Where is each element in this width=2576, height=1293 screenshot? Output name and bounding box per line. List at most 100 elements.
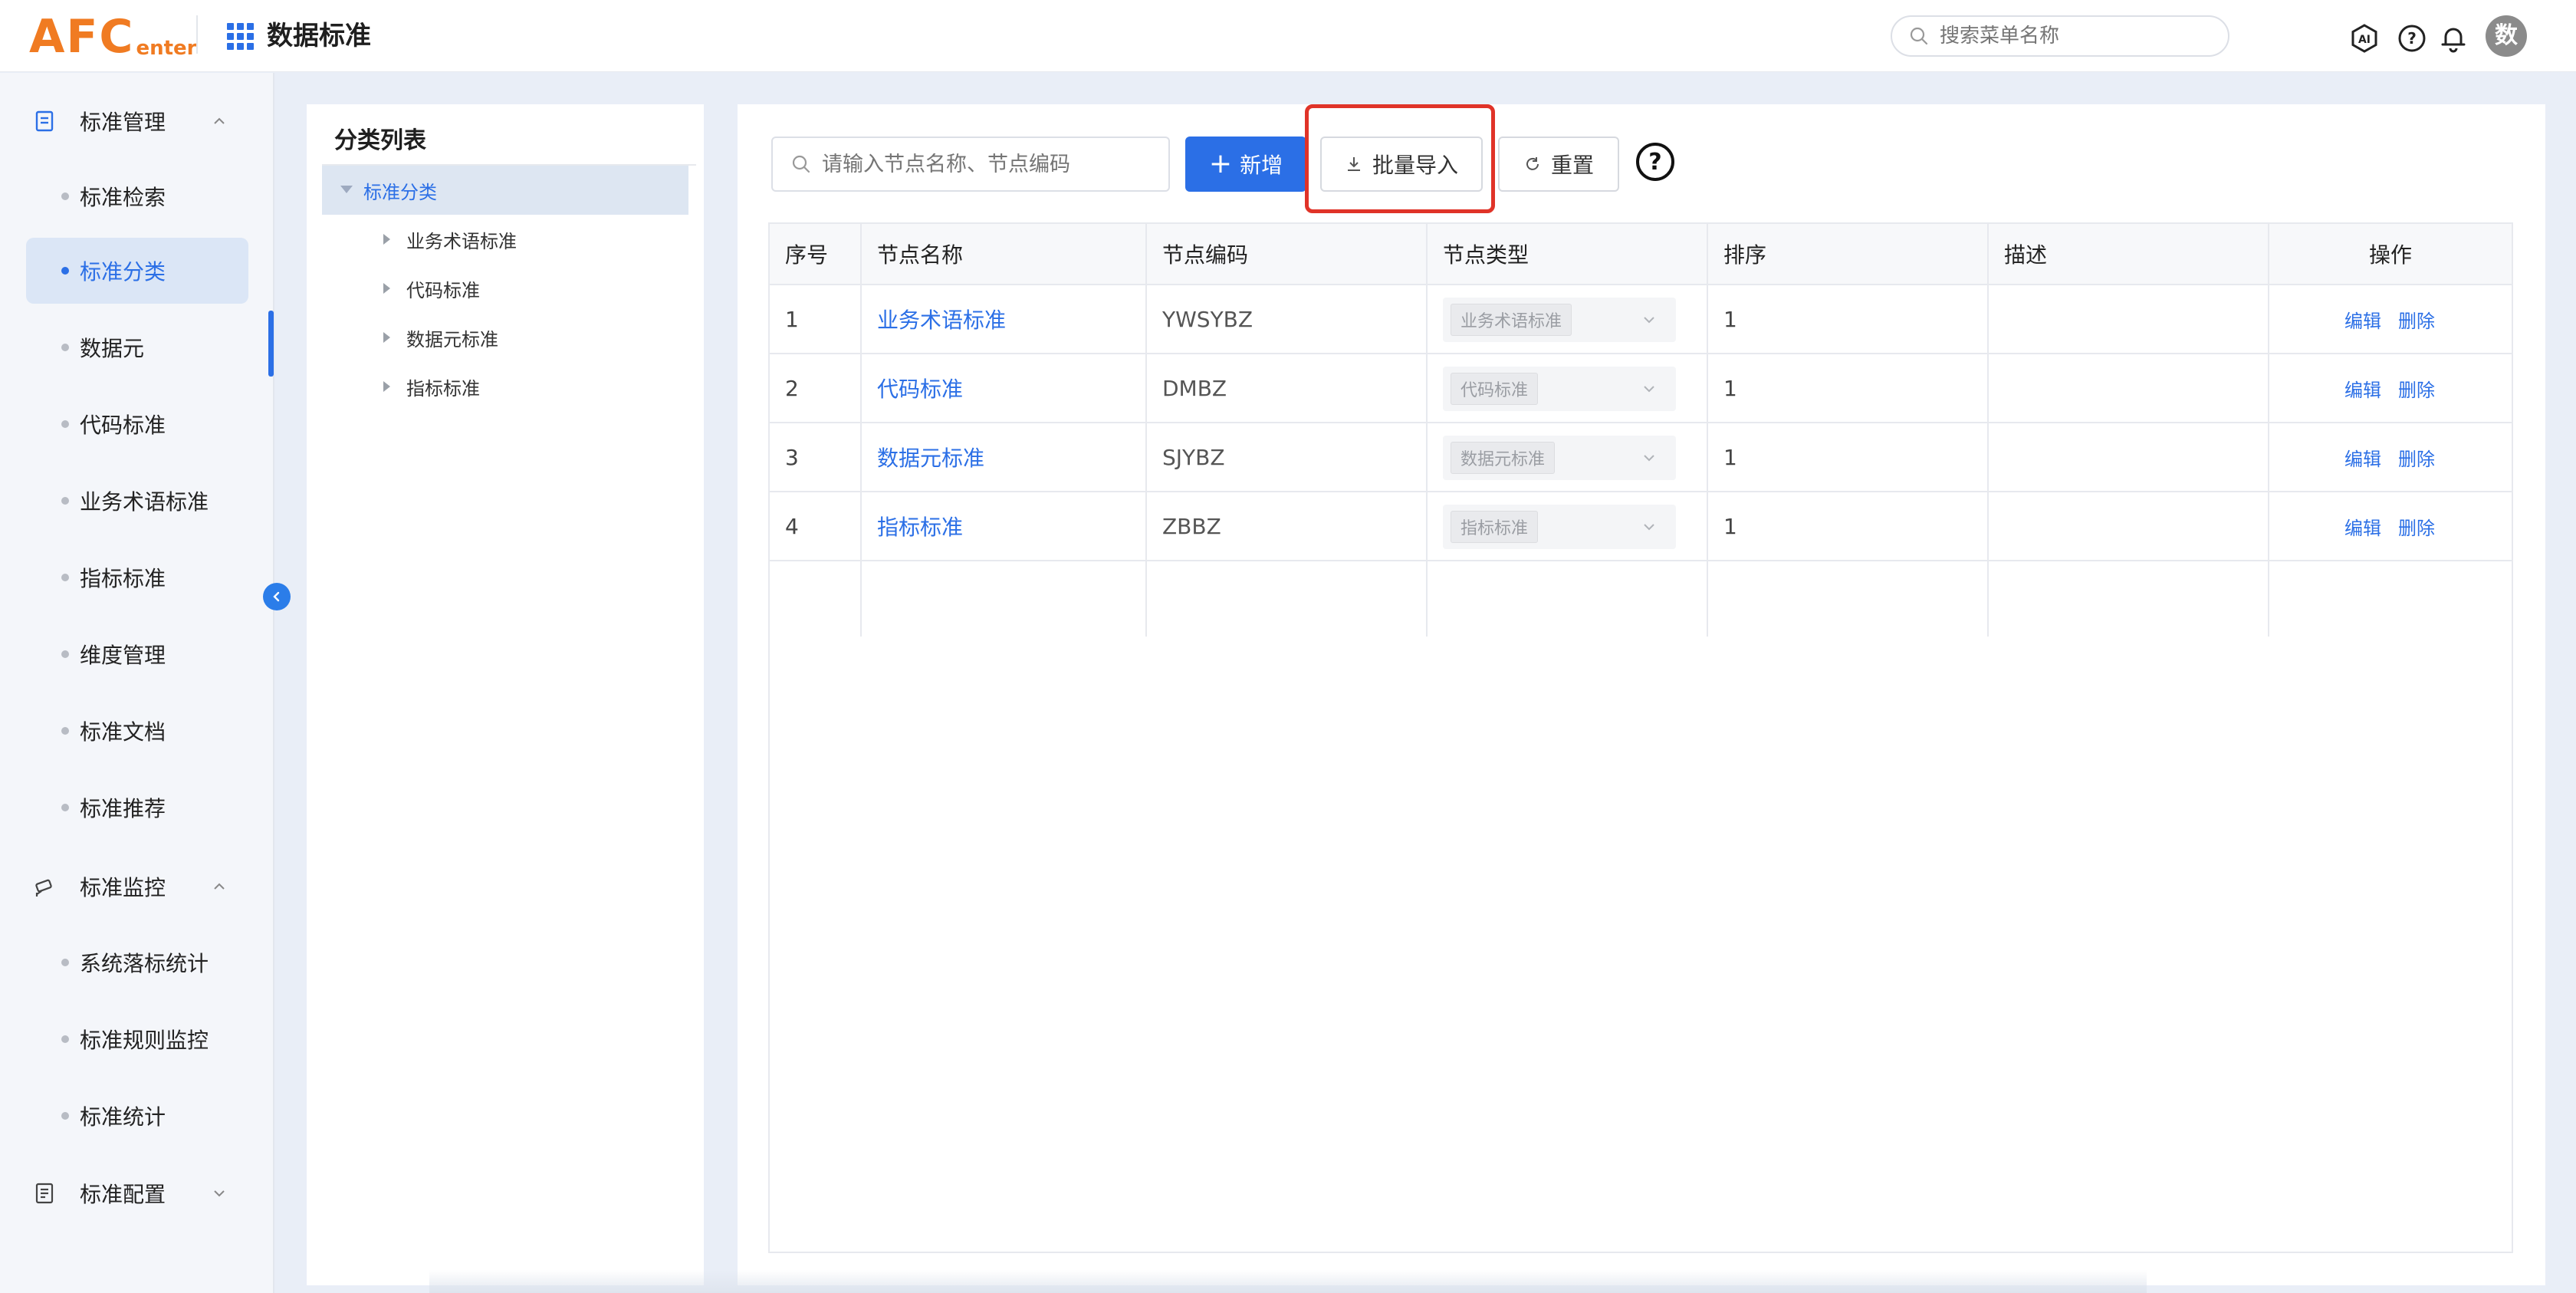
cell-node-code: YWSYBZ: [1162, 306, 1254, 332]
help-button[interactable]: ?: [1636, 143, 1674, 181]
cell-description: [1989, 354, 2269, 422]
cell-node-code: DMBZ: [1162, 375, 1227, 401]
tree-node[interactable]: 业务术语标准: [322, 215, 688, 264]
afc-logo[interactable]: AFC enter: [29, 8, 197, 61]
column-header: 节点编码: [1162, 242, 1249, 268]
sidebar-item-system-landing-stats[interactable]: 系统落标统计: [26, 929, 248, 995]
cell-actions: 编辑 删除: [2269, 492, 2512, 560]
cell-node-name-link[interactable]: 数据元标准: [862, 423, 1147, 491]
bullet-dot: [61, 650, 69, 658]
sidebar-item-standard-category[interactable]: 标准分类: [26, 238, 248, 304]
sidebar-item-metric-standard[interactable]: 指标标准: [26, 545, 248, 610]
ai-assistant-icon[interactable]: AI: [2349, 23, 2380, 54]
column-header: 描述: [2004, 242, 2048, 268]
app-title: 数据标准: [267, 21, 371, 51]
caret-right-icon[interactable]: [383, 332, 390, 343]
menu-search-box[interactable]: [1891, 15, 2229, 57]
help-circle-icon[interactable]: ?: [2397, 23, 2427, 54]
reset-button[interactable]: 重置: [1498, 137, 1619, 192]
node-type-select[interactable]: 数据元标准: [1443, 436, 1676, 480]
bell-icon[interactable]: [2438, 23, 2469, 54]
tree-node[interactable]: 代码标准: [322, 264, 688, 313]
sidebar-item-data-element[interactable]: 数据元: [26, 314, 248, 380]
edit-link[interactable]: 编辑: [2344, 375, 2381, 402]
delete-link[interactable]: 删除: [2398, 375, 2435, 402]
column-header: 节点名称: [877, 242, 964, 268]
table-row: 2 代码标准 DMBZ 代码标准 1 编辑 删除: [770, 354, 2512, 423]
cell-actions: 编辑 删除: [2269, 285, 2512, 353]
node-type-select[interactable]: 业务术语标准: [1443, 298, 1676, 342]
node-type-select[interactable]: 指标标准: [1443, 505, 1676, 549]
node-search-box[interactable]: [771, 137, 1170, 192]
node-search-input[interactable]: [822, 152, 1159, 176]
cell-node-type: 代码标准: [1428, 354, 1708, 422]
sidebar-item-business-term-standard[interactable]: 业务术语标准: [26, 468, 248, 534]
sidebar-item-standard-search[interactable]: 标准检索: [26, 163, 248, 229]
sidebar-item-standard-document[interactable]: 标准文档: [26, 698, 248, 764]
sidebar-item-standard-recommend[interactable]: 标准推荐: [26, 775, 248, 841]
top-header: AFC enter 数据标准 AI ? 数: [0, 0, 2576, 72]
sidebar-item-rule-monitoring[interactable]: 标准规则监控: [26, 1006, 248, 1072]
search-icon: [1910, 27, 1928, 45]
cell-sort: 1: [1723, 444, 1737, 470]
tree-node-label: 指标标准: [406, 377, 480, 400]
cell-node-type: 数据元标准: [1428, 423, 1708, 491]
bullet-dot: [61, 574, 69, 581]
chevron-up-icon: [214, 883, 225, 890]
cell-node-name-link[interactable]: 代码标准: [862, 354, 1147, 422]
caret-right-icon[interactable]: [383, 234, 390, 245]
monitor-camera-icon: [35, 879, 52, 897]
cell-description: [1989, 423, 2269, 491]
tree-node-label: 业务术语标准: [406, 230, 517, 252]
svg-text:AI: AI: [2358, 34, 2371, 46]
tree-node-root[interactable]: 标准分类: [322, 166, 688, 215]
main-content-panel: + 新增 批量导入 重置 ? 序号 节点名称 节点编码 节点类型 排序 描述 操…: [738, 104, 2545, 1285]
user-avatar[interactable]: 数: [2486, 15, 2527, 57]
nav-group-standard-monitoring[interactable]: 标准监控: [0, 852, 274, 921]
menu-search-input[interactable]: [1940, 25, 2216, 48]
add-button[interactable]: + 新增: [1185, 137, 1306, 192]
chevron-down-icon: [1644, 524, 1654, 531]
nav-group-standard-management[interactable]: 标准管理: [0, 87, 274, 156]
bullet-dot: [61, 804, 69, 811]
nav-group-standard-config[interactable]: 标准配置: [0, 1159, 274, 1228]
chevron-up-icon: [214, 117, 225, 124]
caret-right-icon[interactable]: [383, 283, 390, 294]
logo-main-text: AFC: [29, 10, 135, 64]
cell-node-name-link[interactable]: 指标标准: [862, 492, 1147, 560]
bullet-dot: [61, 192, 69, 200]
caret-down-icon[interactable]: [340, 186, 353, 193]
chevron-down-icon: [1644, 317, 1654, 324]
tree-node[interactable]: 数据元标准: [322, 313, 688, 362]
delete-link[interactable]: 删除: [2398, 444, 2435, 471]
sidebar-item-label: 数据元: [80, 336, 145, 361]
edit-link[interactable]: 编辑: [2344, 444, 2381, 471]
delete-link[interactable]: 删除: [2398, 306, 2435, 333]
edit-link[interactable]: 编辑: [2344, 306, 2381, 333]
column-header: 节点类型: [1443, 242, 1530, 268]
caret-right-icon[interactable]: [383, 381, 390, 392]
list-document-icon: [35, 1183, 54, 1204]
node-table: 序号 节点名称 节点编码 节点类型 排序 描述 操作 1 业务术语标准 YWSY…: [768, 222, 2513, 1253]
sidebar-item-label: 代码标准: [80, 413, 166, 438]
sidebar-item-code-standard[interactable]: 代码标准: [26, 391, 248, 457]
sidebar-item-standard-stats[interactable]: 标准统计: [26, 1083, 248, 1149]
sidebar-collapse-button[interactable]: [263, 583, 291, 610]
tree-node[interactable]: 指标标准: [322, 362, 688, 411]
table-header: 序号 节点名称 节点编码 节点类型 排序 描述 操作: [770, 224, 2512, 285]
bullet-dot: [61, 497, 69, 505]
edit-link[interactable]: 编辑: [2344, 513, 2381, 540]
app-grid-icon[interactable]: [227, 23, 255, 51]
tree-node-label: 数据元标准: [406, 328, 498, 350]
tree-node-label: 标准分类: [363, 181, 437, 203]
cell-node-name-link[interactable]: 业务术语标准: [862, 285, 1147, 353]
column-header: 操作: [2368, 242, 2412, 268]
node-type-select[interactable]: 代码标准: [1443, 367, 1676, 411]
sidebar-item-dimension-management[interactable]: 维度管理: [26, 621, 248, 687]
delete-link[interactable]: 删除: [2398, 513, 2435, 540]
sidebar-item-label: 系统落标统计: [80, 951, 209, 976]
column-divider: [1707, 224, 1708, 637]
column-divider: [1426, 224, 1428, 637]
batch-import-button[interactable]: 批量导入: [1320, 137, 1483, 192]
column-divider: [1145, 224, 1147, 637]
